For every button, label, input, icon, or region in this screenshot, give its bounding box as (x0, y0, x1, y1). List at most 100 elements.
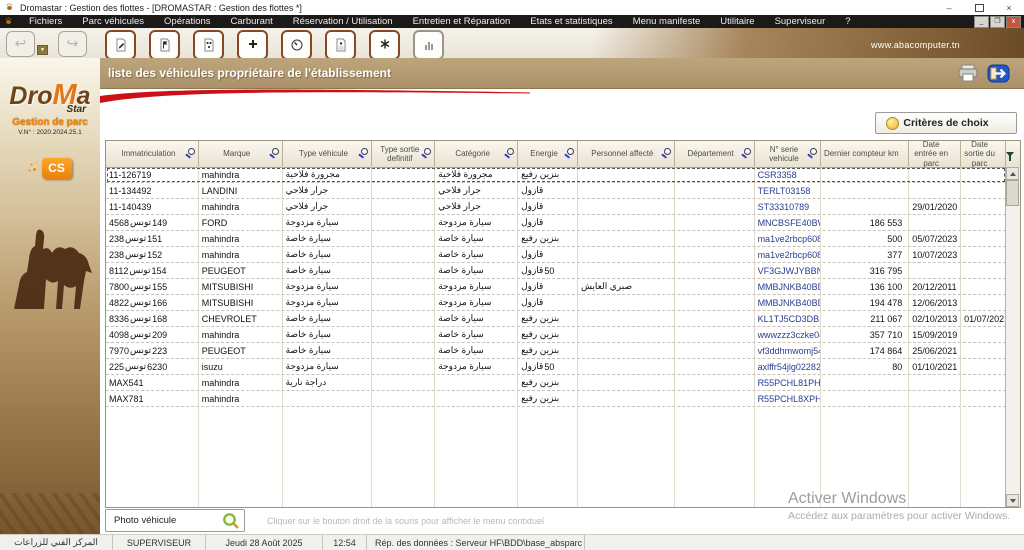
cell (961, 167, 1006, 182)
cell: سيارة خاصة (435, 311, 519, 326)
edit-document-icon[interactable] (105, 30, 136, 60)
cell (372, 359, 436, 374)
column-header-8[interactable]: N° serie vehicule (755, 141, 822, 167)
add-icon[interactable] (237, 30, 268, 60)
items-document-icon[interactable] (193, 30, 224, 60)
cell: قازول (518, 199, 578, 214)
photo-vehicle-button[interactable]: Photo véhicule (105, 509, 245, 532)
data-grid: Immatriculation Marque Type véhicule Type s… (105, 140, 1021, 508)
column-label: Type sortie definitif (380, 144, 420, 163)
criteria-dot-icon (886, 117, 899, 130)
back-options-icon[interactable]: ▼ (37, 45, 48, 55)
table-row[interactable]: 238 تونس 151 mahindra سيارة خاصة سيارة خاصة بن… (106, 231, 1006, 247)
mdi-restore-button[interactable]: ❐ (990, 15, 1005, 28)
cell: PEUGEOT (199, 343, 283, 358)
column-header-3[interactable]: Type sortie definitif (372, 141, 436, 167)
search-icon[interactable] (661, 148, 672, 159)
menu-item-0[interactable]: Fichiers (19, 15, 72, 28)
cell (675, 295, 755, 310)
table-row[interactable]: 11-126719 mahindra مجرورة فلاحية مجرورة فلا… (106, 167, 1006, 183)
menu-item-9[interactable]: Superviseur (765, 15, 836, 28)
cell: mahindra (199, 375, 283, 390)
table-row[interactable]: 7800 تونس 155 MITSUBISHI سيارة مزدوجة سيارة م… (106, 279, 1006, 295)
scroll-up-icon[interactable] (1006, 167, 1019, 180)
exit-icon[interactable] (987, 64, 1010, 83)
table-row[interactable]: 4568 تونس 149 FORD سيارة مزدوجة سيارة مزدوجة ق… (106, 215, 1006, 231)
criteria-button[interactable]: Critères de choix (875, 112, 1017, 134)
table-row[interactable]: MAX541 mahindra دراجة نارية بنزين رفيع R55PC… (106, 375, 1006, 391)
filter-header[interactable] (1005, 141, 1020, 167)
table-row[interactable]: 8112 تونس 154 PEUGEOT سيارة خاصة سيارة خاصة قا… (106, 263, 1006, 279)
search-icon[interactable] (421, 148, 432, 159)
menu-item-8[interactable]: Utilitaire (710, 15, 764, 28)
column-header-1[interactable]: Marque (199, 141, 283, 167)
table-row[interactable]: 4098 تونس 209 mahindra سيارة خاصة سيارة خاصة ب… (106, 327, 1006, 343)
cell: LANDINI (199, 183, 283, 198)
mdi-minimize-button[interactable]: _ (974, 15, 989, 28)
column-header-4[interactable]: Catégorie (435, 141, 519, 167)
search-icon[interactable] (741, 148, 752, 159)
table-row[interactable]: 225 تونس 6230 isuzu سيارة مزدوجة سيارة مزدوجة… (106, 359, 1006, 375)
cell (909, 183, 962, 198)
logo: DroMa Star Gestion de parc V.N° : 2020.2… (0, 58, 100, 137)
mdi-close-button[interactable]: x (1006, 15, 1021, 28)
menu-item-5[interactable]: Entretien et Réparation (403, 15, 521, 28)
cell (372, 279, 436, 294)
application-window: Dromastar : Gestion des flottes - [DROMA… (0, 0, 1024, 550)
search-icon[interactable] (564, 148, 575, 159)
statistics-icon[interactable] (413, 30, 444, 60)
scroll-down-icon[interactable] (1006, 494, 1019, 507)
back-icon[interactable]: ↩ (6, 31, 35, 57)
menu-item-6[interactable]: Etats et statistiques (520, 15, 622, 28)
search-icon[interactable] (358, 148, 369, 159)
menu-item-2[interactable]: Opérations (154, 15, 220, 28)
column-header-5[interactable]: Energie (518, 141, 578, 167)
flag-document-icon[interactable] (149, 30, 180, 60)
cell (675, 183, 755, 198)
menu-item-10[interactable]: ? (835, 15, 860, 28)
search-icon[interactable] (185, 148, 196, 159)
cell: سيارة مزدوجة (435, 359, 519, 374)
table-row[interactable]: 11-134492 LANDINI جرار فلاحي جرار فلاحي قازو… (106, 183, 1006, 199)
cell: سيارة مزدوجة (435, 215, 519, 230)
table-row[interactable]: 238 تونس 152 mahindra سيارة خاصة سيارة خاصة قا… (106, 247, 1006, 263)
search-icon[interactable] (807, 148, 818, 159)
print-icon[interactable] (957, 64, 979, 82)
column-label: Energie (530, 149, 558, 159)
close-button[interactable]: × (994, 0, 1024, 15)
cell: جرار فلاحي (283, 183, 373, 198)
scrollbar-thumb[interactable] (1006, 180, 1019, 206)
note-document-icon[interactable] (325, 30, 356, 60)
cell: 136 100 (821, 279, 910, 294)
column-header-6[interactable]: Personnel affecté (578, 141, 675, 167)
vertical-scrollbar[interactable] (1005, 167, 1020, 507)
column-header-2[interactable]: Type véhicule (283, 141, 373, 167)
menu-item-4[interactable]: Réservation / Utilisation (283, 15, 403, 28)
column-header-11[interactable]: Date sortie du parc (961, 140, 1006, 168)
asterisk-icon[interactable] (369, 30, 400, 60)
cell (578, 231, 675, 246)
table-row[interactable]: 8336 تونس 168 CHEVROLET سيارة خاصة سيارة خاصة… (106, 311, 1006, 327)
forward-icon[interactable]: ↪ (58, 31, 87, 57)
table-row[interactable]: 11-140439 mahindra جرار فلاحي جرار فلاحي قاز… (106, 199, 1006, 215)
table-row[interactable]: 4822 تونس 166 MITSUBISHI سيارة مزدوجة سيارة م… (106, 295, 1006, 311)
cell (961, 359, 1006, 374)
column-header-10[interactable]: Date entrée en parc (909, 140, 962, 168)
column-header-0[interactable]: Immatriculation (106, 141, 199, 167)
cs-logo: CS (0, 158, 100, 179)
menu-item-1[interactable]: Parc véhicules (72, 15, 154, 28)
column-header-9[interactable]: Dernier compteur km (821, 141, 910, 167)
search-icon[interactable] (504, 148, 515, 159)
minimize-button[interactable]: – (934, 0, 964, 15)
table-row[interactable]: 7970 تونس 223 PEUGEOT سيارة خاصة سيارة خاصة بن… (106, 343, 1006, 359)
cell: سيارة خاصة (283, 343, 373, 358)
column-header-7[interactable]: Département (675, 141, 755, 167)
menu-item-3[interactable]: Carburant (221, 15, 283, 28)
menu-item-7[interactable]: Menu manifeste (623, 15, 711, 28)
cell: mahindra (199, 199, 283, 214)
cell (675, 263, 755, 278)
maximize-button[interactable] (964, 0, 994, 15)
cell (372, 167, 436, 182)
gauge-icon[interactable] (281, 30, 312, 60)
search-icon[interactable] (269, 148, 280, 159)
